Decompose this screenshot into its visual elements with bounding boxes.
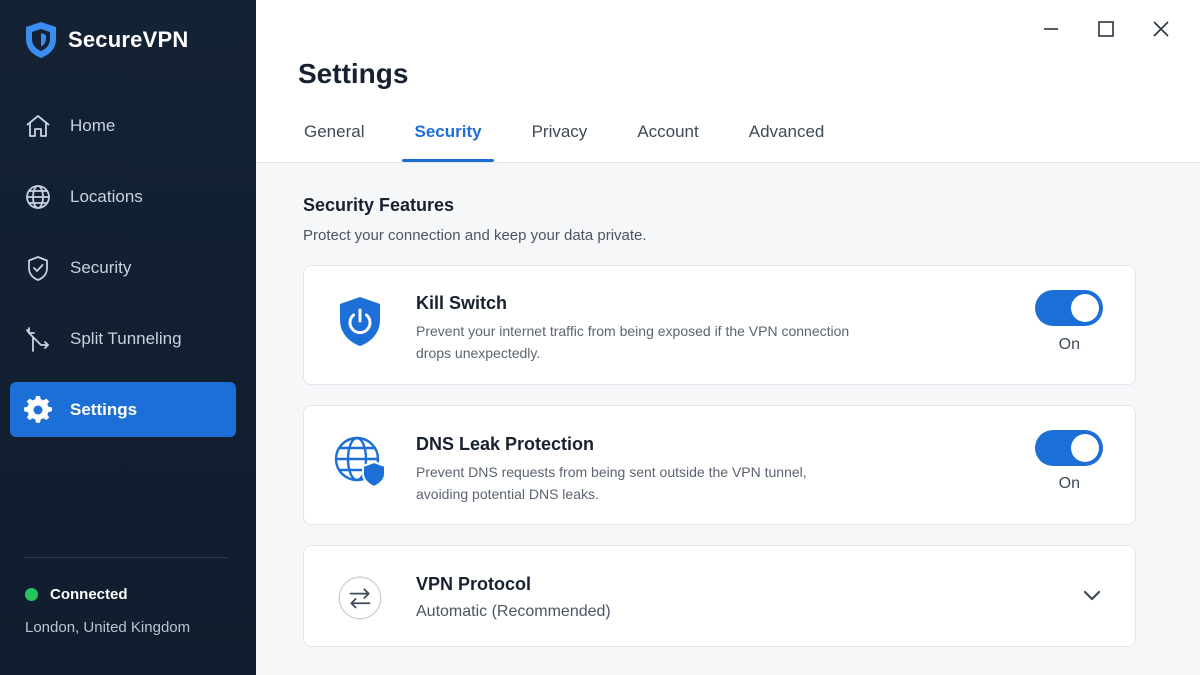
settings-tabs: General Security Privacy Account Advance… (286, 112, 856, 162)
card-title: Kill Switch (416, 293, 508, 313)
sidebar-item-label: Split Tunneling (70, 328, 182, 348)
tab-account[interactable]: Account (619, 112, 716, 162)
settings-content: Security Features Protect your connectio… (256, 163, 1200, 675)
window-controls (1023, 14, 1188, 44)
dns-leak-toggle[interactable] (1035, 430, 1103, 466)
kill-switch-toggle[interactable] (1035, 290, 1103, 326)
current-location: London, United Kingdom (25, 619, 191, 636)
tab-advanced[interactable]: Advanced (731, 112, 843, 162)
dns-leak-state: On (1058, 475, 1080, 492)
vpn-protocol-value: Automatic (Recommended) (416, 603, 611, 620)
card-title: VPN Protocol (416, 574, 532, 594)
connection-status: Connected (25, 586, 128, 603)
kill-switch-state: On (1058, 336, 1080, 353)
sidebar-item-split-tunneling[interactable]: Split Tunneling (10, 311, 236, 366)
status-dot-icon (25, 588, 38, 601)
vpn-protocol-card[interactable]: VPN Protocol Automatic (Recommended) (303, 545, 1136, 647)
status-text: Connected (50, 586, 128, 603)
sidebar-nav: Home Locations Security Split Tunneling … (10, 98, 236, 453)
section-title: Security Features (303, 195, 455, 215)
tab-privacy[interactable]: Privacy (514, 112, 606, 162)
minimize-button[interactable] (1023, 14, 1078, 44)
sidebar-item-label: Locations (70, 186, 143, 206)
sidebar: SecureVPN Home Locations Security Split … (0, 0, 256, 675)
sidebar-item-settings[interactable]: Settings (10, 382, 236, 437)
tab-security[interactable]: Security (396, 112, 499, 162)
card-description: Prevent DNS requests from being sent out… (416, 464, 807, 502)
swap-arrows-icon (330, 568, 390, 628)
section-subtitle: Protect your connection and keep your da… (303, 227, 647, 244)
kill-switch-card: Kill Switch Prevent your internet traffi… (303, 265, 1136, 385)
sidebar-item-locations[interactable]: Locations (10, 169, 236, 224)
maximize-icon (1097, 21, 1114, 37)
chevron-down-icon[interactable] (1081, 584, 1103, 606)
maximize-button[interactable] (1078, 14, 1133, 44)
sidebar-item-label: Settings (70, 399, 138, 419)
toggle-knob (1071, 294, 1099, 322)
gear-icon (24, 395, 52, 424)
dns-leak-card: DNS Leak Protection Prevent DNS requests… (303, 405, 1136, 525)
sidebar-item-label: Security (70, 257, 132, 277)
globe-icon (24, 183, 52, 211)
shield-power-icon (330, 292, 390, 352)
split-arrow-icon (24, 325, 52, 353)
toggle-knob (1071, 434, 1099, 462)
close-icon (1152, 21, 1169, 37)
minimize-icon (1043, 28, 1058, 30)
card-title: DNS Leak Protection (416, 434, 595, 454)
sidebar-item-label: Home (70, 115, 116, 135)
close-button[interactable] (1133, 14, 1188, 44)
globe-shield-icon (330, 432, 390, 492)
card-description: Prevent your internet traffic from being… (416, 323, 850, 361)
shield-check-icon (24, 254, 52, 282)
tab-general[interactable]: General (286, 112, 382, 162)
brand: SecureVPN (24, 20, 188, 60)
home-icon (24, 112, 52, 140)
main-panel: Settings General Security Privacy Accoun… (256, 0, 1200, 675)
sidebar-item-security[interactable]: Security (10, 240, 236, 295)
app-name: SecureVPN (68, 27, 189, 52)
sidebar-item-home[interactable]: Home (10, 98, 236, 153)
page-title: Settings (298, 58, 409, 89)
sidebar-divider (24, 557, 228, 558)
shield-logo-icon (26, 22, 56, 58)
